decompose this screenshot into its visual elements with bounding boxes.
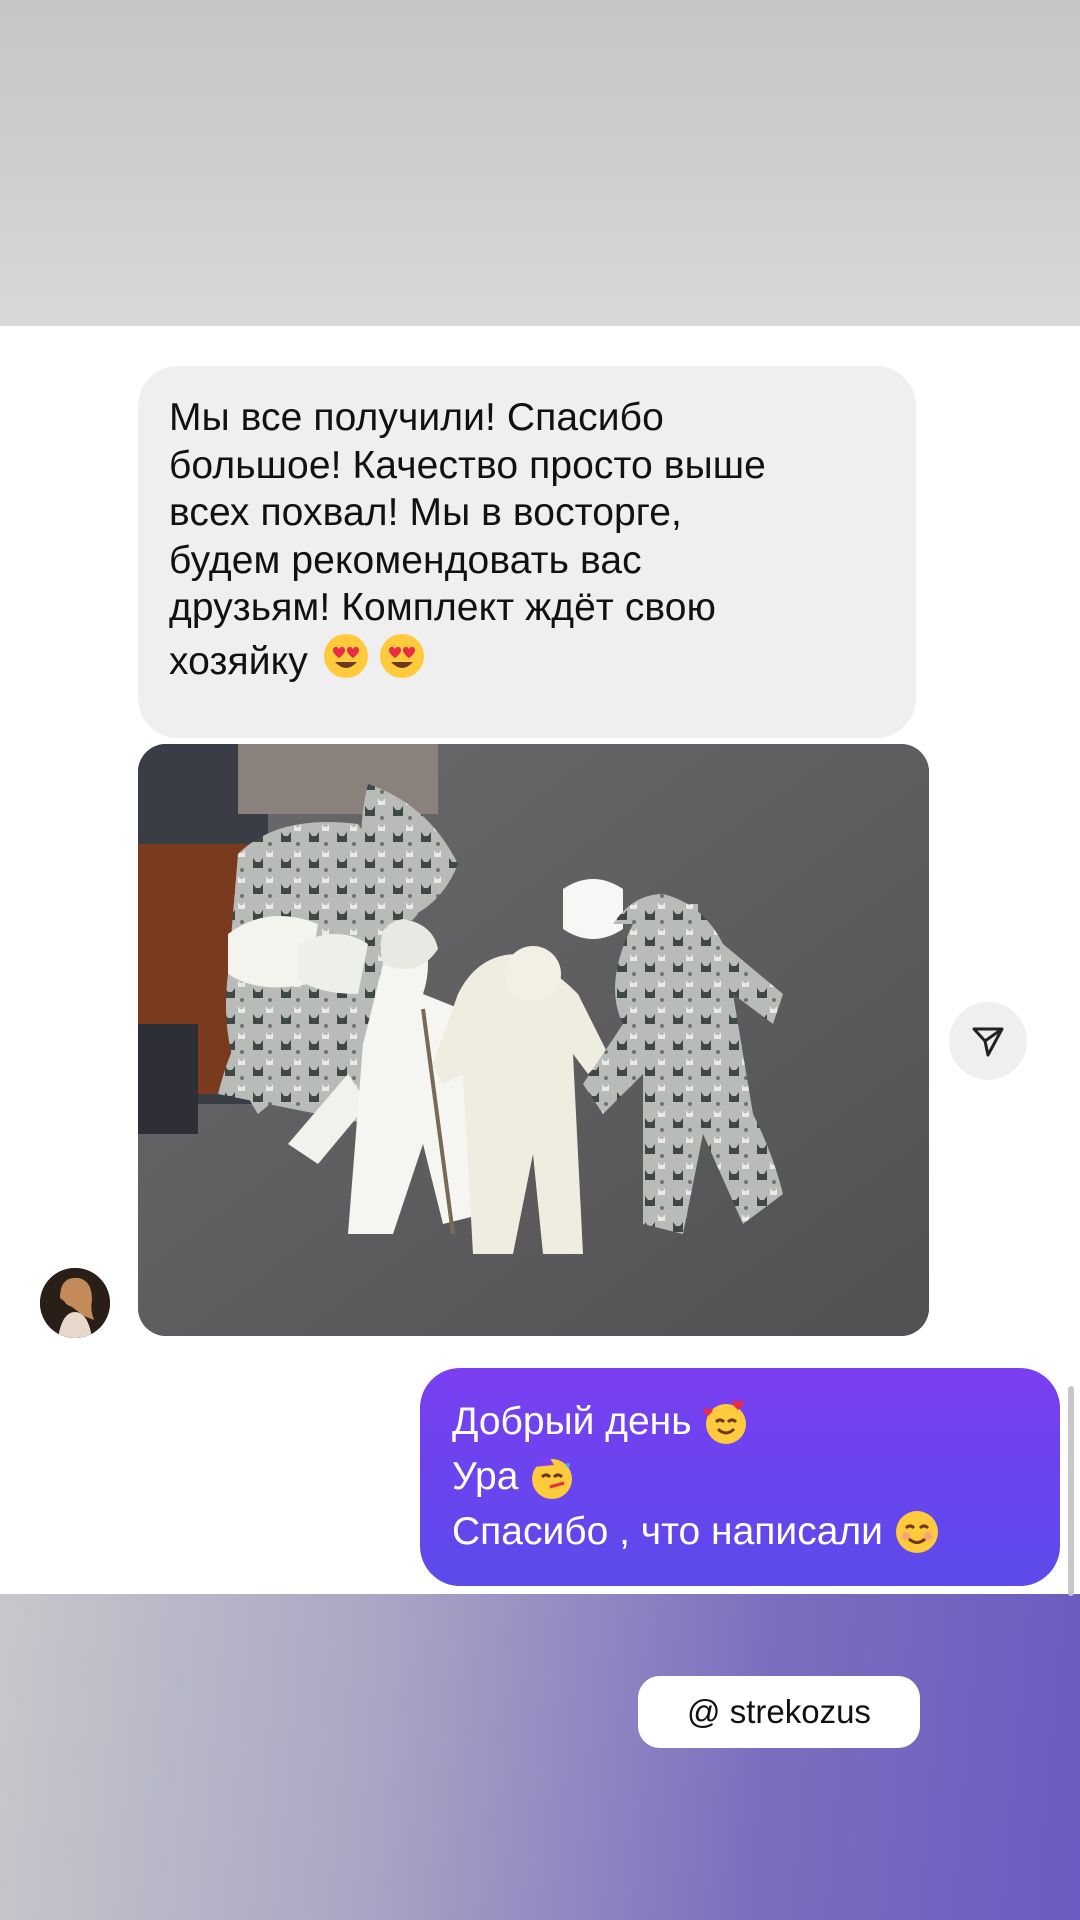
share-button[interactable] xyxy=(949,1002,1027,1080)
incoming-message-bubble[interactable]: Мы все получили! Спасибо большое! Качест… xyxy=(138,366,916,738)
incoming-message-text: Мы все получили! Спасибо большое! Качест… xyxy=(169,396,766,683)
send-icon xyxy=(972,1027,1004,1057)
outgoing-line-text: Спасибо , что написали xyxy=(452,1510,883,1553)
outgoing-message-bubble[interactable]: Добрый день Ура Спасибо , что написали xyxy=(420,1368,1060,1586)
outgoing-line-text: Ура xyxy=(452,1455,519,1498)
baby-clothes-illustration xyxy=(138,744,929,1336)
outgoing-line-greeting: Добрый день xyxy=(452,1394,1036,1449)
smiling-face-with-heart-eyes-icon xyxy=(379,633,424,678)
sender-avatar[interactable] xyxy=(40,1268,110,1338)
outgoing-line-text: Добрый день xyxy=(452,1400,692,1443)
avatar-image xyxy=(40,1268,110,1338)
baby-clothes-photo[interactable] xyxy=(138,744,929,1336)
blurred-background-top xyxy=(0,0,1080,326)
partying-face-icon xyxy=(532,1454,573,1499)
mention-sticker[interactable]: @ strekozus xyxy=(638,1676,920,1748)
scrollbar[interactable] xyxy=(1068,1386,1074,1596)
smiling-face-with-hearts-icon xyxy=(702,1400,746,1444)
outgoing-line-hooray: Ура xyxy=(452,1449,1036,1504)
mention-label: @ strekozus xyxy=(687,1693,871,1730)
smiling-face-with-heart-eyes-icon xyxy=(323,633,368,678)
outgoing-line-thanks: Спасибо , что написали xyxy=(452,1504,1036,1559)
blurred-background-bottom xyxy=(0,1594,1080,1920)
smiling-face-icon xyxy=(895,1510,938,1553)
